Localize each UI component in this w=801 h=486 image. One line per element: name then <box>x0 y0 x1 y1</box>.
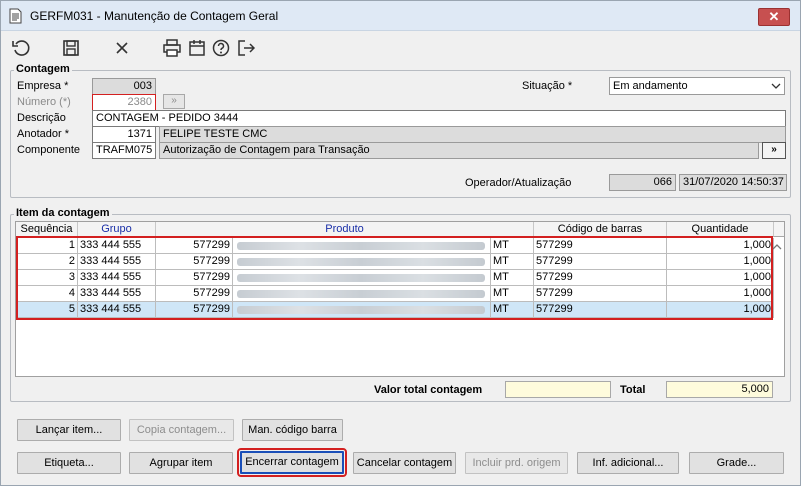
calendar-button[interactable] <box>185 36 209 60</box>
grade-button[interactable]: Grade... <box>689 452 784 474</box>
save-button[interactable] <box>59 36 83 60</box>
close-button[interactable]: ✕ <box>758 8 790 26</box>
componente-desc-field: Autorização de Contagem para Transação <box>159 142 759 159</box>
componente-label: Componente <box>17 144 80 156</box>
contagem-group-label: Contagem <box>14 63 72 75</box>
window-title: GERFM031 - Manutenção de Contagem Geral <box>30 9 279 23</box>
inf-adicional-button[interactable]: Inf. adicional... <box>577 452 679 474</box>
exit-icon <box>238 40 256 56</box>
operador-code-field: 066 <box>609 174 676 191</box>
help-button[interactable] <box>209 36 233 60</box>
total-label: Total <box>620 384 646 396</box>
etiqueta-button[interactable]: Etiqueta... <box>17 452 121 474</box>
descricao-field[interactable]: CONTAGEM - PEDIDO 3444 <box>92 110 786 127</box>
agrupar-item-button[interactable]: Agrupar item <box>129 452 233 474</box>
numero-lookup-button[interactable]: » <box>163 94 185 109</box>
column-header-grupo[interactable]: Grupo <box>78 222 156 237</box>
anotador-name-field: FELIPE TESTE CMC <box>159 126 786 143</box>
anotador-label: Anotador * <box>17 128 69 140</box>
situacao-value: Em andamento <box>613 80 688 92</box>
numero-field[interactable]: 2380 <box>92 94 156 111</box>
anotador-code-field[interactable]: 1371 <box>92 126 156 143</box>
cancelar-contagem-button[interactable]: Cancelar contagem <box>353 452 456 474</box>
help-icon <box>212 39 230 57</box>
save-icon <box>63 40 79 56</box>
undo-button[interactable] <box>9 36 33 60</box>
operador-label: Operador/Atualização <box>465 177 572 189</box>
print-icon <box>163 39 181 57</box>
column-header-quantidade[interactable]: Quantidade <box>667 222 774 237</box>
valor-total-field <box>505 381 611 398</box>
componente-code-field[interactable]: TRAFM075 <box>92 142 156 159</box>
column-header-codigo-barras[interactable]: Código de barras <box>534 222 667 237</box>
valor-total-label: Valor total contagem <box>374 384 483 396</box>
situacao-select[interactable]: Em andamento <box>609 77 785 95</box>
cancel-icon <box>116 42 128 54</box>
document-icon <box>9 8 22 24</box>
exit-button[interactable] <box>234 36 258 60</box>
empresa-field[interactable]: 003 <box>92 78 156 95</box>
operador-datetime-field: 31/07/2020 14:50:37 <box>679 174 787 191</box>
descricao-label: Descrição <box>17 112 66 124</box>
lancar-item-button[interactable]: Lançar item... <box>17 419 121 441</box>
undo-icon <box>12 40 30 56</box>
print-button[interactable] <box>160 36 184 60</box>
cancel-button[interactable] <box>110 36 134 60</box>
calendar-icon <box>189 40 205 56</box>
man-codigo-barra-button[interactable]: Man. código barra <box>242 419 343 441</box>
chevron-down-icon <box>771 83 781 89</box>
column-header-produto[interactable]: Produto <box>156 222 534 237</box>
componente-lookup-button[interactable]: » <box>762 142 786 159</box>
numero-label: Número (*) <box>17 96 71 108</box>
items-group-label: Item da contagem <box>14 207 112 219</box>
empresa-label: Empresa * <box>17 80 69 92</box>
incluir-prd-origem-button[interactable]: Incluir prd. origem <box>465 452 568 474</box>
situacao-label: Situação * <box>522 80 573 92</box>
column-header-sequencia[interactable]: Sequência <box>16 222 78 237</box>
scroll-up-icon[interactable] <box>771 241 783 253</box>
total-field: 5,000 <box>666 381 773 398</box>
rows-highlight-box <box>16 236 773 320</box>
encerrar-contagem-button[interactable]: Encerrar contagem <box>237 448 347 477</box>
column-header-filler <box>774 222 784 237</box>
copia-contagem-button[interactable]: Copia contagem... <box>129 419 234 441</box>
